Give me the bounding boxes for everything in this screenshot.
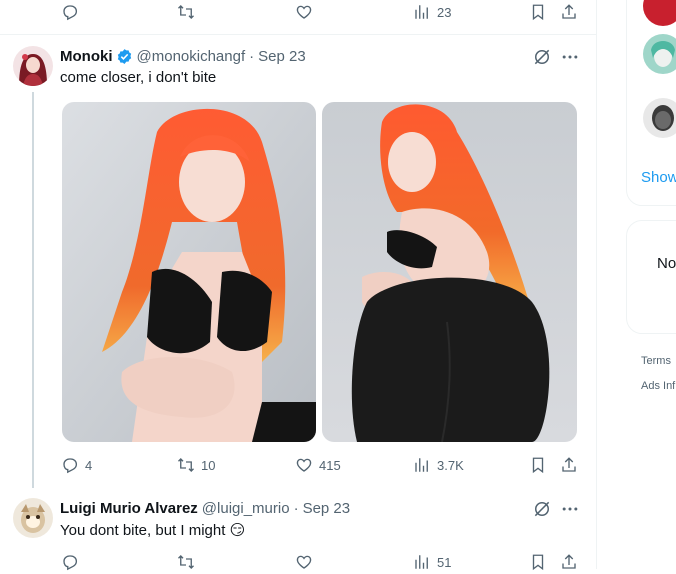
terms-link[interactable]: Terms <box>641 355 671 367</box>
more-button[interactable] <box>560 47 580 67</box>
like-button[interactable]: 415 <box>295 453 341 477</box>
grok-button[interactable] <box>532 47 552 67</box>
bookmark-icon <box>532 554 544 571</box>
avatar[interactable] <box>13 498 53 538</box>
grok-button[interactable] <box>532 499 552 519</box>
like-icon <box>296 555 312 569</box>
views-button[interactable]: 3.7K <box>413 453 464 477</box>
repost-icon <box>178 458 194 472</box>
divider <box>0 34 596 35</box>
verified-badge-icon[interactable] <box>116 48 133 65</box>
repost-icon <box>178 5 194 19</box>
views-button[interactable]: 23 <box>413 0 451 24</box>
more-button[interactable] <box>560 499 580 519</box>
reply-button[interactable] <box>61 0 79 24</box>
views-count: 3.7K <box>437 457 464 473</box>
views-icon <box>415 458 428 472</box>
more-icon <box>562 55 578 59</box>
repost-count: 10 <box>201 457 216 473</box>
timestamp[interactable]: Sep 23 <box>303 500 351 517</box>
tweet-actions: 4 10 415 3.7K <box>0 453 596 477</box>
tweet-text-body: You dont bite, but I might <box>60 522 226 539</box>
suggested-avatar[interactable] <box>643 34 676 74</box>
display-name[interactable]: Monoki <box>60 48 113 65</box>
tweet-photo-2[interactable] <box>322 102 577 442</box>
share-button[interactable] <box>560 0 578 24</box>
repost-button[interactable] <box>177 550 195 574</box>
reply-icon <box>63 555 78 571</box>
more-icon <box>562 507 578 511</box>
avatar[interactable] <box>13 46 53 86</box>
tweet-photo-1[interactable] <box>62 102 316 442</box>
grok-icon <box>534 501 550 517</box>
repost-button[interactable] <box>177 0 195 24</box>
views-icon <box>415 5 428 19</box>
display-name[interactable]: Luigi Murio Alvarez <box>60 500 198 517</box>
timestamp[interactable]: Sep 23 <box>258 48 306 65</box>
thread-line <box>32 92 34 488</box>
views-icon <box>415 555 428 569</box>
views-count: 51 <box>437 554 452 570</box>
bookmark-icon <box>532 4 544 21</box>
show-more-link[interactable]: Show <box>641 169 676 186</box>
reply-icon <box>63 5 78 21</box>
like-button[interactable] <box>295 0 313 24</box>
bookmark-icon <box>532 457 544 474</box>
separator-dot: · <box>249 47 255 65</box>
reply-button[interactable] <box>61 550 79 574</box>
views-button[interactable]: 51 <box>413 550 451 574</box>
repost-icon <box>178 555 194 569</box>
ads-info-link[interactable]: Ads Inf <box>641 380 675 392</box>
top-tweet-actions: 23 <box>0 0 596 24</box>
like-count: 415 <box>319 457 341 473</box>
bookmark-button[interactable] <box>529 453 547 477</box>
share-button[interactable] <box>560 453 578 477</box>
tweet-header: Monoki @monokichangf · Sep 23 <box>60 46 306 66</box>
share-icon <box>562 457 576 472</box>
user-handle[interactable]: @luigi_murio <box>202 500 290 517</box>
bookmark-button[interactable] <box>529 0 547 24</box>
like-button[interactable] <box>295 550 313 574</box>
tweet-actions: 51 <box>0 550 596 574</box>
card-text: No <box>657 255 676 272</box>
like-icon <box>296 458 312 472</box>
suggested-avatar[interactable] <box>643 98 676 138</box>
suggested-avatar[interactable] <box>643 0 676 26</box>
repost-button[interactable]: 10 <box>177 453 215 477</box>
reply-icon <box>63 458 78 474</box>
reply-button[interactable]: 4 <box>61 453 92 477</box>
user-handle[interactable]: @monokichangf <box>137 48 246 65</box>
tweet-header: Luigi Murio Alvarez @luigi_murio · Sep 2… <box>60 498 350 518</box>
bookmark-button[interactable] <box>529 550 547 574</box>
right-sidebar: Show No Terms Ads Inf <box>597 0 676 569</box>
share-icon <box>562 554 576 569</box>
who-to-follow-card: Show <box>626 0 676 206</box>
timeline: 23 Monoki @monokichangf · Sep 23 come cl… <box>0 0 597 571</box>
reply-count: 4 <box>85 457 93 473</box>
tweet-text: come closer, i don't bite <box>60 69 217 86</box>
like-icon <box>296 5 312 19</box>
separator-dot: · <box>293 499 299 517</box>
smirk-emoji: 😏 <box>229 522 246 539</box>
share-button[interactable] <box>560 550 578 574</box>
tweet-text: You dont bite, but I might 😏 <box>60 521 245 539</box>
share-icon <box>562 4 576 19</box>
info-card: No <box>626 220 676 334</box>
grok-icon <box>534 49 550 65</box>
views-count: 23 <box>437 4 452 20</box>
